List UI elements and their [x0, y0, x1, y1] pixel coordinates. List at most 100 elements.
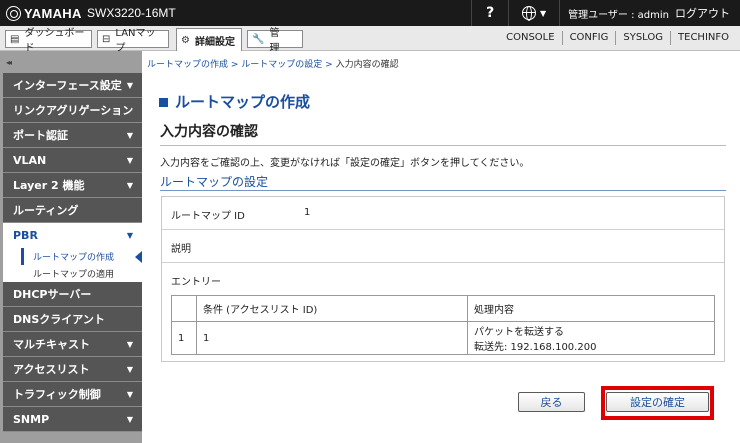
chevron-down-icon: ▼: [126, 365, 133, 374]
tab-label: LANマップ: [115, 28, 156, 54]
chevron-down-icon: ▼: [126, 415, 133, 424]
title-marker-icon: [159, 98, 168, 107]
sidebar-item-pbr[interactable]: PBR ▼: [3, 223, 142, 248]
main-nav: ▤ ダッシュボード ⊟ LANマップ ⚙ 詳細設定 🔧 管 理 CONSOLE …: [0, 26, 740, 54]
page-title-text: ルートマップの作成: [175, 93, 311, 111]
entry-action: パケットを転送する 転送先: 192.168.100.200: [467, 321, 715, 355]
tab-management[interactable]: 🔧 管 理: [247, 28, 303, 54]
collapse-sidebar-icon[interactable]: ◂◂: [6, 58, 12, 67]
sidebar-item-dhcp-server[interactable]: DHCPサーバー: [3, 282, 142, 307]
entry-action-line: パケットを転送する: [474, 327, 564, 339]
main-content: ルートマップの作成 > ルートマップの設定 > 入力内容の確認 ルートマップの作…: [142, 51, 740, 443]
sidebar-item-label: ポート認証: [13, 129, 68, 142]
tab-lan-map[interactable]: ⊟ LANマップ: [97, 28, 169, 54]
sidebar-menu: インターフェース設定 ▼ リンクアグリゲーション ポート認証 ▼ VLAN ▼ Lay…: [3, 73, 142, 432]
page-title: ルートマップの作成: [159, 91, 310, 112]
sidebar-item-layer2[interactable]: Layer 2 機能 ▼: [3, 173, 142, 198]
route-map-settings-panel: ルートマップ ID 1 説明 エントリー 条件 (アクセスリスト ID) 処理内…: [161, 196, 725, 362]
sidebar-subitem-label: ルートマップの適用: [33, 270, 115, 280]
sidebar-subitem-apply-route-map[interactable]: ルートマップの適用: [3, 265, 142, 282]
help-button[interactable]: ?: [471, 0, 508, 26]
sidebar-item-label: Layer 2 機能: [13, 179, 85, 192]
model-name: SWX3220-16MT: [87, 6, 176, 20]
sidebar-item-traffic-control[interactable]: トラフィック制御 ▼: [3, 382, 142, 407]
sidebar-item-vlan[interactable]: VLAN ▼: [3, 148, 142, 173]
sidebar-item-access-list[interactable]: アクセスリスト ▼: [3, 357, 142, 382]
sidebar-item-snmp[interactable]: SNMP ▼: [3, 407, 142, 432]
sidebar-item-link-aggregation[interactable]: リンクアグリゲーション: [3, 98, 142, 123]
section-title: 入力内容の確認: [160, 124, 258, 140]
user-label: 管理ユーザー : admin: [568, 9, 669, 21]
confirm-settings-button[interactable]: 設定の確定: [606, 392, 709, 412]
entry-action-destination: 転送先: 192.168.100.200: [474, 342, 597, 354]
tool-links: CONSOLE CONFIG SYSLOG TECHINFO: [499, 31, 736, 45]
chevron-down-icon: ▼: [126, 156, 133, 165]
sidebar-item-label: SNMP: [13, 412, 50, 426]
sidebar-item-dns-client[interactable]: DNSクライアント: [3, 307, 142, 332]
language-button[interactable]: ▼: [508, 0, 559, 26]
tab-detailed-settings[interactable]: ⚙ 詳細設定: [176, 28, 242, 51]
brand-name: YAMAHA: [24, 5, 82, 21]
breadcrumb-route-map-settings[interactable]: ルートマップの設定: [241, 60, 322, 70]
divider: [160, 190, 726, 191]
entry-table: 条件 (アクセスリスト ID) 処理内容 1 1 パケットを転送する 転送先: …: [171, 294, 715, 355]
user-area: 管理ユーザー : admin ログアウト: [559, 0, 740, 26]
console-link[interactable]: CONSOLE: [499, 31, 561, 45]
sidebar-item-label: リンクアグリゲーション: [13, 104, 134, 117]
sidebar-subitem-label: ルートマップの作成: [33, 253, 115, 263]
tab-label: 詳細設定: [194, 36, 235, 48]
help-icon: ?: [486, 5, 495, 21]
entry-condition: 1: [196, 321, 468, 355]
chevron-down-icon: ▼: [126, 390, 133, 399]
chevron-down-icon: ▼: [126, 131, 133, 140]
top-header: YAMAHA SWX3220-16MT ? ▼ 管理ユーザー : admin ロ…: [0, 0, 740, 26]
description-row: 説明: [162, 230, 724, 263]
sidebar-item-label: マルチキャスト: [13, 338, 90, 351]
sidebar-item-label: インターフェース設定: [13, 79, 122, 92]
sidebar-item-label: VLAN: [13, 153, 47, 167]
logout-link[interactable]: ログアウト: [675, 5, 730, 21]
lan-map-icon: ⊟: [102, 33, 111, 45]
config-link[interactable]: CONFIG: [561, 31, 616, 45]
breadcrumb-separator: >: [322, 60, 336, 70]
chevron-down-icon: ▼: [126, 231, 133, 240]
description-label: 説明: [171, 244, 191, 255]
sidebar-item-label: ルーティング: [13, 204, 79, 217]
tab-label: ダッシュボード: [24, 28, 85, 54]
tab-label: 管 理: [269, 28, 290, 54]
sidebar-item-routing[interactable]: ルーティング: [3, 198, 142, 223]
breadcrumb-create-route-map[interactable]: ルートマップの作成: [147, 60, 228, 70]
table-header-row: 条件 (アクセスリスト ID) 処理内容: [171, 294, 715, 323]
table-row: 1 1 パケットを転送する 転送先: 192.168.100.200: [171, 321, 715, 355]
entry-label: エントリー: [171, 277, 221, 288]
sidebar-item-port-auth[interactable]: ポート認証 ▼: [3, 123, 142, 148]
chevron-down-icon: ▼: [126, 181, 133, 190]
sidebar-item-label: DHCPサーバー: [13, 288, 92, 301]
route-map-id-value: 1: [304, 207, 311, 218]
breadcrumb-current: 入力内容の確認: [335, 60, 399, 70]
back-button[interactable]: 戻る: [518, 392, 585, 412]
techinfo-link[interactable]: TECHINFO: [670, 31, 736, 45]
column-header-number: [171, 294, 197, 323]
gear-icon: ⚙: [181, 34, 190, 46]
sidebar-subitem-create-route-map[interactable]: ルートマップの作成: [3, 248, 142, 282]
wrench-icon: 🔧: [252, 33, 265, 45]
breadcrumb-separator: >: [228, 60, 242, 70]
globe-icon: [522, 6, 537, 21]
route-map-id-label: ルートマップ ID: [171, 211, 245, 222]
sidebar-item-interface[interactable]: インターフェース設定 ▼: [3, 73, 142, 98]
chevron-down-icon: ▼: [540, 8, 547, 18]
column-header-condition: 条件 (アクセスリスト ID): [196, 294, 468, 323]
syslog-link[interactable]: SYSLOG: [615, 31, 670, 45]
chevron-down-icon: ▼: [126, 340, 133, 349]
sidebar-item-label: PBR: [13, 229, 38, 242]
sidebar: ◂◂ インターフェース設定 ▼ リンクアグリゲーション ポート認証 ▼ VLAN ▼ …: [0, 51, 142, 443]
instruction-text: 入力内容をご確認の上、変更がなければ「設定の確定」ボタンを押してください。: [160, 158, 530, 169]
tab-dashboard[interactable]: ▤ ダッシュボード: [5, 28, 92, 54]
sidebar-item-multicast[interactable]: マルチキャスト ▼: [3, 332, 142, 357]
active-pointer-icon: [135, 251, 142, 263]
subsection-title: ルートマップの設定: [160, 175, 269, 189]
yamaha-logo-icon: [6, 5, 21, 21]
route-map-id-row: ルートマップ ID 1: [162, 197, 724, 230]
chevron-down-icon: ▼: [126, 81, 133, 90]
